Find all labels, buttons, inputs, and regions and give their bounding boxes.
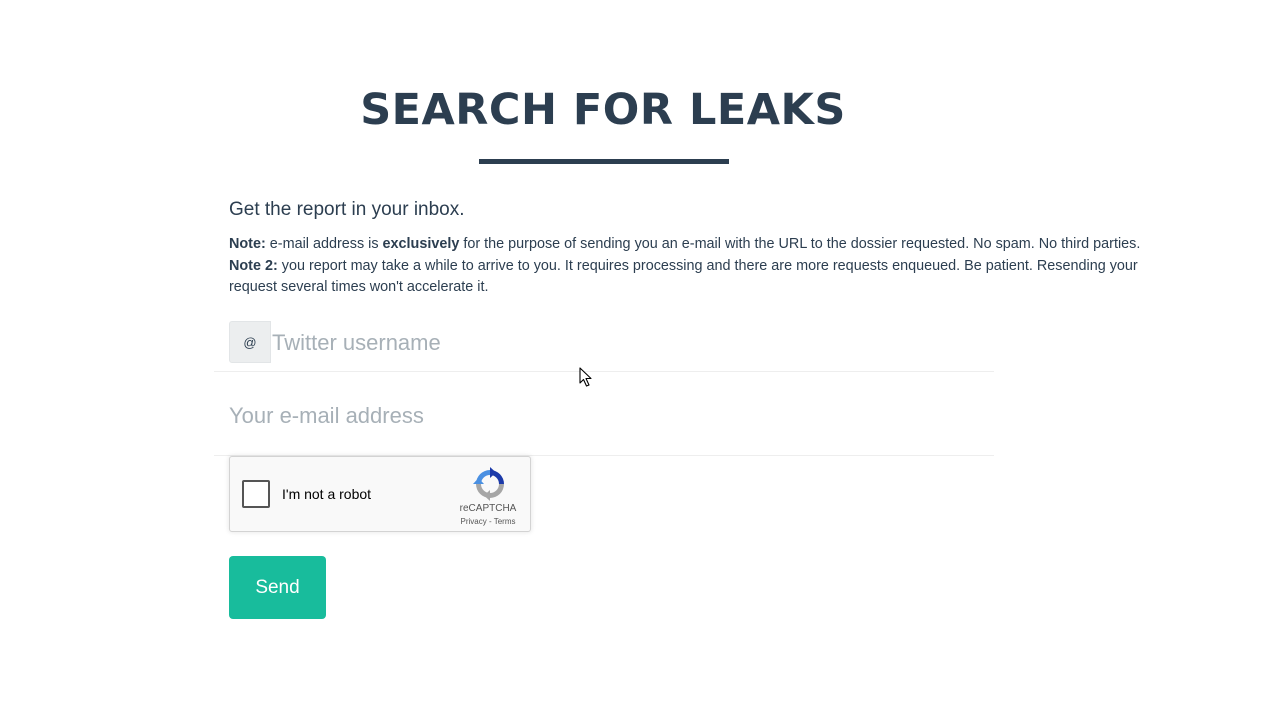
recaptcha-label: I'm not a robot xyxy=(282,486,372,502)
email-input[interactable] xyxy=(229,401,969,431)
recaptcha-links: Privacy - Terms xyxy=(448,517,528,526)
recaptcha-widget: I'm not a robot reCAPTCHA Privacy - Term… xyxy=(229,456,531,532)
recaptcha-links-separator: - xyxy=(486,517,494,526)
note2-text: you report may take a while to arrive to… xyxy=(229,257,1138,296)
at-sign-icon: @ xyxy=(229,321,271,363)
notes: Note: e-mail address is exclusively for … xyxy=(229,234,1159,299)
email-field-row xyxy=(214,395,994,456)
page-title: SEARCH FOR LEAKS xyxy=(360,85,846,135)
mouse-cursor-icon xyxy=(579,367,592,387)
recaptcha-logo-icon xyxy=(473,467,504,501)
lead-text: Get the report in your inbox. xyxy=(229,199,465,220)
note1-text-post: for the purpose of sending you an e-mail… xyxy=(459,236,1141,252)
recaptcha-terms-link[interactable]: Terms xyxy=(494,517,516,526)
recaptcha-brand: reCAPTCHA xyxy=(459,503,517,514)
twitter-field-row: @ xyxy=(214,321,994,372)
recaptcha-privacy-link[interactable]: Privacy xyxy=(461,517,487,526)
note1-label: Note: xyxy=(229,236,266,252)
title-divider xyxy=(479,159,729,164)
send-button[interactable]: Send xyxy=(229,556,326,619)
note1-text-pre: e-mail address is xyxy=(265,236,383,252)
page: SEARCH FOR LEAKS Get the report in your … xyxy=(0,0,1280,720)
note1-emphasis: exclusively xyxy=(382,236,460,252)
twitter-username-input[interactable] xyxy=(272,328,972,358)
note2-label: Note 2: xyxy=(229,257,278,274)
recaptcha-checkbox[interactable] xyxy=(242,480,270,508)
